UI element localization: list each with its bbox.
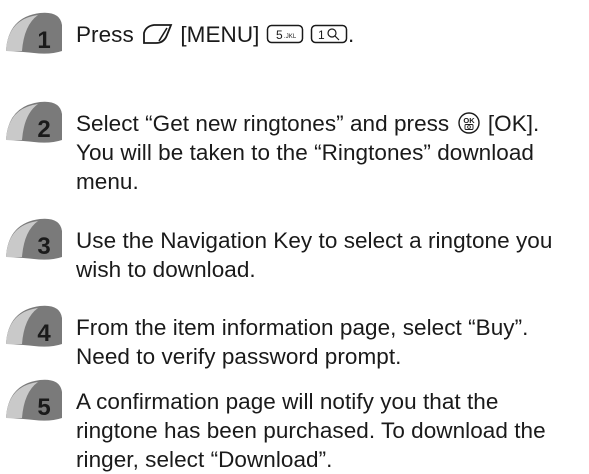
step-text-line: menu. bbox=[76, 169, 139, 194]
key-5-jkl-icon: 5 .JKL bbox=[266, 23, 304, 45]
step-text: Press [MENU] 5 .JKL 1. bbox=[76, 20, 584, 49]
step-number-badge: 4 bbox=[4, 304, 64, 348]
svg-text:5: 5 bbox=[276, 28, 283, 42]
svg-text:1: 1 bbox=[318, 28, 325, 42]
step-text: A confirmation page will notify you that… bbox=[76, 387, 584, 474]
ok-key-icon: OK bbox=[456, 111, 482, 135]
svg-text:OK: OK bbox=[463, 116, 475, 125]
step-number-badge: 5 bbox=[4, 378, 64, 422]
step-text-segment: [MENU] bbox=[174, 22, 266, 47]
svg-text:.JKL: .JKL bbox=[284, 34, 297, 40]
step-text-line: From the item information page, select “… bbox=[76, 315, 529, 340]
step-text-line: ringtone has been purchased. To download… bbox=[76, 418, 546, 443]
step-text: From the item information page, select “… bbox=[76, 313, 584, 371]
step-text-line: ringer, select “Download”. bbox=[76, 447, 333, 472]
step-text-line: wish to download. bbox=[76, 257, 256, 282]
step-text-line: Need to verify password prompt. bbox=[76, 344, 402, 369]
step-text-segment: . bbox=[348, 22, 355, 47]
step-text: Use the Navigation Key to select a ringt… bbox=[76, 226, 584, 284]
step-text-segment: Press bbox=[76, 22, 141, 47]
soft-key-icon bbox=[140, 23, 174, 45]
step-number: 1 bbox=[37, 27, 50, 54]
step-number-badge: 3 bbox=[4, 217, 64, 261]
step-text-segment: [OK]. bbox=[481, 111, 540, 136]
step-number-badge: 1 bbox=[4, 11, 64, 55]
step-text-line: Use the Navigation Key to select a ringt… bbox=[76, 228, 553, 253]
step-number: 2 bbox=[37, 116, 50, 143]
step-text-line: A confirmation page will notify you that… bbox=[76, 389, 499, 414]
step-text: Select “Get new ringtones” and press OK … bbox=[76, 109, 584, 196]
step-number-badge: 2 bbox=[4, 100, 64, 144]
step-number: 4 bbox=[37, 320, 51, 347]
step-number: 3 bbox=[37, 233, 50, 260]
step-number: 5 bbox=[37, 394, 50, 421]
step-text-line: You will be taken to the “Ringtones” dow… bbox=[76, 140, 534, 165]
step-text-segment: Select “Get new ringtones” and press bbox=[76, 111, 456, 136]
key-1-icon: 1 bbox=[310, 23, 348, 45]
